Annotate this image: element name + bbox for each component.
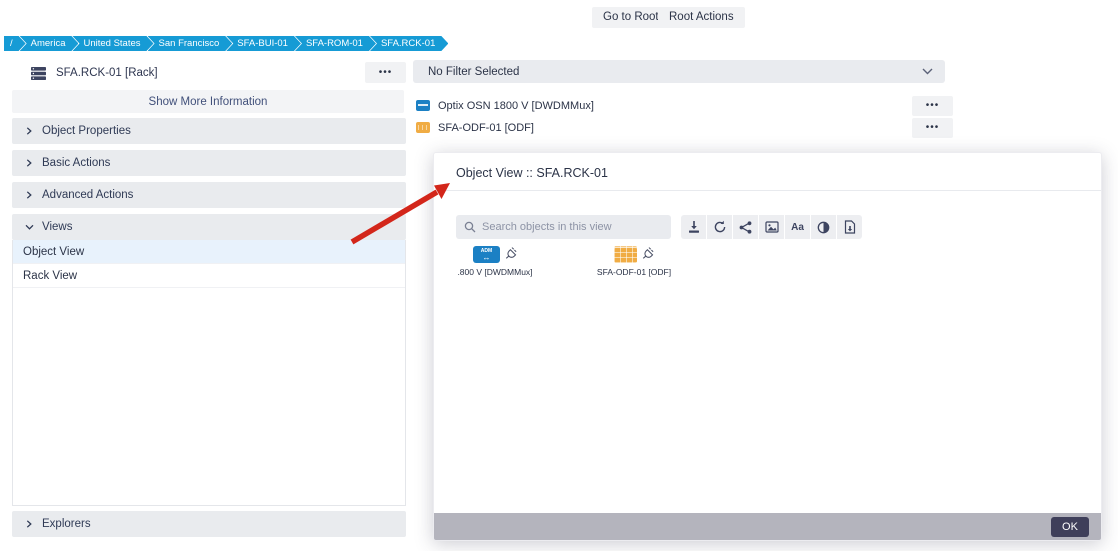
export-document-icon bbox=[844, 220, 856, 234]
canvas-object-odf[interactable]: SFA-ODF-01 [ODF] bbox=[586, 246, 682, 277]
view-item-object-view[interactable]: Object View bbox=[13, 240, 405, 264]
bidirectional-arrow-glyph: ↔ bbox=[483, 254, 491, 261]
contrast-icon bbox=[817, 221, 830, 234]
breadcrumb-item-sfa-rom-01[interactable]: SFA-ROM-01 bbox=[295, 36, 376, 51]
dwdm-mux-icon: ADM ↔ bbox=[473, 246, 500, 263]
chevron-right-icon bbox=[25, 159, 33, 167]
refresh-icon bbox=[713, 220, 727, 234]
root-actions-button[interactable]: Root Actions bbox=[658, 7, 745, 28]
breadcrumb-item-san-francisco[interactable]: San Francisco bbox=[148, 36, 233, 51]
odf-icon bbox=[614, 246, 637, 263]
chevron-down-icon bbox=[922, 68, 933, 75]
accordion-label: Object Properties bbox=[42, 125, 131, 137]
canvas-object-label: SFA-ODF-01 [ODF] bbox=[586, 267, 682, 277]
chevron-right-icon bbox=[25, 520, 33, 528]
search-icon bbox=[464, 221, 476, 233]
filter-value: No Filter Selected bbox=[428, 66, 519, 78]
image-export-button[interactable] bbox=[759, 215, 784, 239]
selected-object-header: SFA.RCK-01 [Rack] bbox=[12, 60, 406, 86]
views-list: Object View Rack View bbox=[12, 240, 406, 506]
dialog-title: Object View :: SFA.RCK-01 bbox=[434, 153, 1101, 191]
refresh-button[interactable] bbox=[707, 215, 732, 239]
breadcrumb-item-united-states[interactable]: United States bbox=[72, 36, 153, 51]
rack-icon bbox=[12, 66, 47, 81]
object-more-menu-button[interactable]: ••• bbox=[365, 62, 406, 83]
list-item-dwdm-more-button[interactable]: ••• bbox=[912, 96, 953, 116]
chevron-right-icon bbox=[25, 191, 33, 199]
contrast-button[interactable] bbox=[811, 215, 836, 239]
show-more-information-button[interactable]: Show More Information bbox=[12, 90, 404, 113]
share-button[interactable] bbox=[733, 215, 758, 239]
export-document-button[interactable] bbox=[837, 215, 862, 239]
accordion-label: Views bbox=[42, 221, 72, 233]
list-item-label: SFA-ODF-01 [ODF] bbox=[438, 122, 534, 134]
list-item-label: Optix OSN 1800 V [DWDMMux] bbox=[438, 100, 594, 112]
dialog-footer: OK bbox=[434, 513, 1101, 540]
share-icon bbox=[739, 221, 752, 234]
chevron-down-icon bbox=[25, 223, 33, 231]
list-item-dwdm-mux[interactable]: Optix OSN 1800 V [DWDMMux] bbox=[413, 96, 945, 115]
accordion-views[interactable]: Views bbox=[12, 214, 406, 240]
accordion-label: Basic Actions bbox=[42, 157, 110, 169]
odf-icon bbox=[416, 122, 430, 133]
list-item-odf[interactable]: SFA-ODF-01 [ODF] bbox=[413, 118, 945, 137]
accordion-label: Explorers bbox=[42, 518, 91, 530]
dialog-toolbar: Aa bbox=[456, 215, 862, 239]
font-size-button[interactable]: Aa bbox=[785, 215, 810, 239]
selected-object-title: SFA.RCK-01 [Rack] bbox=[56, 67, 158, 79]
breadcrumb: / America United States San Francisco SF… bbox=[4, 36, 448, 51]
view-item-rack-view[interactable]: Rack View bbox=[13, 264, 405, 288]
download-icon bbox=[687, 220, 701, 234]
accordion-advanced-actions[interactable]: Advanced Actions bbox=[12, 182, 406, 208]
breadcrumb-item-sfa-rck-01[interactable]: SFA.RCK-01 bbox=[370, 36, 448, 51]
breadcrumb-item-america[interactable]: America bbox=[20, 36, 79, 51]
font-size-icon: Aa bbox=[791, 222, 804, 233]
accordion-object-properties[interactable]: Object Properties bbox=[12, 118, 406, 144]
download-button[interactable] bbox=[681, 215, 706, 239]
object-view-dialog: Object View :: SFA.RCK-01 bbox=[433, 152, 1102, 541]
canvas-object-label: .800 V [DWDMMux] bbox=[447, 267, 543, 277]
app-window: Go to Root Root Actions / America United… bbox=[0, 0, 1118, 551]
search-box[interactable] bbox=[456, 215, 671, 239]
ok-button[interactable]: OK bbox=[1051, 517, 1089, 537]
accordion-explorers[interactable]: Explorers bbox=[12, 511, 406, 537]
accordion-basic-actions[interactable]: Basic Actions bbox=[12, 150, 406, 176]
canvas-object-dwdm-mux[interactable]: ADM ↔ .800 V [DWDMMux] bbox=[447, 246, 543, 277]
breadcrumb-item-sfa-bui-01[interactable]: SFA-BUI-01 bbox=[226, 36, 301, 51]
plug-status-icon bbox=[504, 246, 517, 259]
search-input[interactable] bbox=[482, 221, 652, 233]
list-item-odf-more-button[interactable]: ••• bbox=[912, 118, 953, 138]
plug-status-icon bbox=[641, 246, 654, 259]
chevron-right-icon bbox=[25, 127, 33, 135]
image-icon bbox=[765, 221, 779, 233]
filter-dropdown[interactable]: No Filter Selected bbox=[413, 60, 945, 83]
accordion-label: Advanced Actions bbox=[42, 189, 133, 201]
dwdm-mux-icon bbox=[416, 100, 430, 111]
